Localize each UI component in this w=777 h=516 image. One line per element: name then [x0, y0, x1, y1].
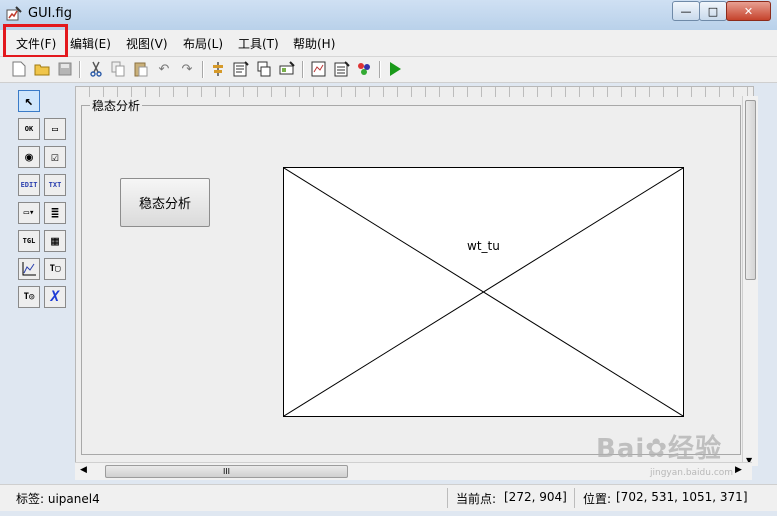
uipanel[interactable]: 稳态分析 稳态分析 wt_tu	[81, 97, 741, 455]
edit-text-tool-icon[interactable]: EDIT	[18, 174, 40, 196]
toolbar: ↶ ↷	[0, 57, 777, 83]
status-position-value: [702, 531, 1051, 371]	[616, 490, 748, 504]
window-title: GUI.fig	[28, 6, 72, 21]
scroll-left-icon[interactable]: ◀	[80, 465, 87, 475]
save-icon[interactable]	[56, 60, 74, 78]
title-bar: GUI.fig — □ ✕	[0, 0, 777, 31]
toolbar-separator	[302, 61, 304, 78]
toolbar-separator	[79, 61, 81, 78]
table-tool-icon[interactable]: ▦	[44, 230, 66, 252]
vertical-scroll-thumb[interactable]	[745, 100, 756, 280]
close-button[interactable]: ✕	[726, 1, 771, 21]
select-tool-icon[interactable]: ↖	[18, 90, 40, 112]
cut-icon[interactable]	[87, 60, 105, 78]
horizontal-scroll-thumb[interactable]: III	[105, 465, 348, 478]
axes-tool-icon[interactable]	[18, 258, 40, 280]
menu-bar: 文件(F) 编辑(E) 视图(V) 布局(L) 工具(T) 帮助(H)	[0, 30, 777, 57]
panel-tool-icon[interactable]: T▢	[44, 258, 66, 280]
mfile-editor-icon[interactable]	[310, 60, 328, 78]
status-position-label: 位置:	[583, 492, 612, 506]
layout-canvas[interactable]: 稳态分析 稳态分析 wt_tu	[75, 86, 754, 464]
tab-order-editor-icon[interactable]	[255, 60, 273, 78]
popup-menu-tool-icon[interactable]: ▭▾	[18, 202, 40, 224]
new-file-icon[interactable]	[10, 60, 28, 78]
run-figure-icon[interactable]	[386, 60, 404, 78]
push-button-tool-icon[interactable]: OK	[18, 118, 40, 140]
status-separator	[447, 488, 448, 508]
menu-view[interactable]: 视图(V)	[126, 35, 168, 52]
toolbar-separator	[379, 61, 381, 78]
panel-title: 稳态分析	[90, 97, 143, 114]
menu-edit[interactable]: 编辑(E)	[70, 35, 111, 52]
menu-help[interactable]: 帮助(H)	[293, 35, 335, 52]
slider-tool-icon[interactable]: ▭	[44, 118, 66, 140]
paste-icon[interactable]	[132, 60, 150, 78]
menu-tools[interactable]: 工具(T)	[238, 35, 279, 52]
property-inspector-icon[interactable]	[333, 60, 351, 78]
axes-placeholder[interactable]: wt_tu	[283, 167, 684, 417]
redo-icon[interactable]: ↷	[178, 60, 196, 78]
minimize-button[interactable]: —	[672, 1, 700, 21]
toolbar-editor-icon[interactable]	[278, 60, 296, 78]
toolbar-separator	[202, 61, 204, 78]
maximize-icon: □	[707, 4, 719, 18]
vertical-scrollbar[interactable]: ▼	[742, 96, 758, 466]
menu-layout[interactable]: 布局(L)	[183, 35, 223, 52]
window-controls: — □ ✕	[672, 1, 771, 21]
activex-tool-icon[interactable]: X	[44, 286, 66, 308]
baidu-watermark-url: jingyan.baidu.com	[650, 468, 734, 478]
object-browser-icon[interactable]	[355, 60, 373, 78]
align-objects-icon[interactable]	[209, 60, 227, 78]
static-text-tool-icon[interactable]: TXT	[44, 174, 66, 196]
axes-cross	[284, 168, 683, 416]
maximize-button[interactable]: □	[699, 1, 727, 21]
analysis-push-button[interactable]: 稳态分析	[120, 178, 210, 227]
listbox-tool-icon[interactable]: ≣	[44, 202, 66, 224]
axes-tag-label: wt_tu	[467, 239, 500, 253]
open-folder-icon[interactable]	[33, 60, 51, 78]
radio-button-tool-icon[interactable]: ◉	[18, 146, 40, 168]
baidu-watermark-logo: Bai✿经验	[596, 434, 723, 464]
annotation-highlight-box	[3, 24, 68, 58]
copy-icon[interactable]	[109, 60, 127, 78]
status-separator	[574, 488, 575, 508]
button-group-tool-icon[interactable]: T◎	[18, 286, 40, 308]
toggle-button-tool-icon[interactable]: TGL	[18, 230, 40, 252]
ruler	[76, 87, 753, 97]
status-tag: 标签: uipanel4	[16, 492, 100, 506]
checkbox-tool-icon[interactable]: ☑	[44, 146, 66, 168]
matlab-figure-icon	[6, 6, 22, 21]
menu-editor-icon[interactable]	[232, 60, 250, 78]
status-bar: 标签: uipanel4 当前点: [272, 904] 位置: [702, 5…	[0, 484, 777, 511]
status-current-point-label: 当前点:	[456, 492, 497, 506]
close-icon: ✕	[743, 4, 754, 18]
status-current-point-value: [272, 904]	[504, 490, 567, 504]
minimize-icon: —	[680, 4, 692, 18]
scroll-right-icon[interactable]: ▶	[735, 465, 742, 475]
undo-icon[interactable]: ↶	[155, 60, 173, 78]
